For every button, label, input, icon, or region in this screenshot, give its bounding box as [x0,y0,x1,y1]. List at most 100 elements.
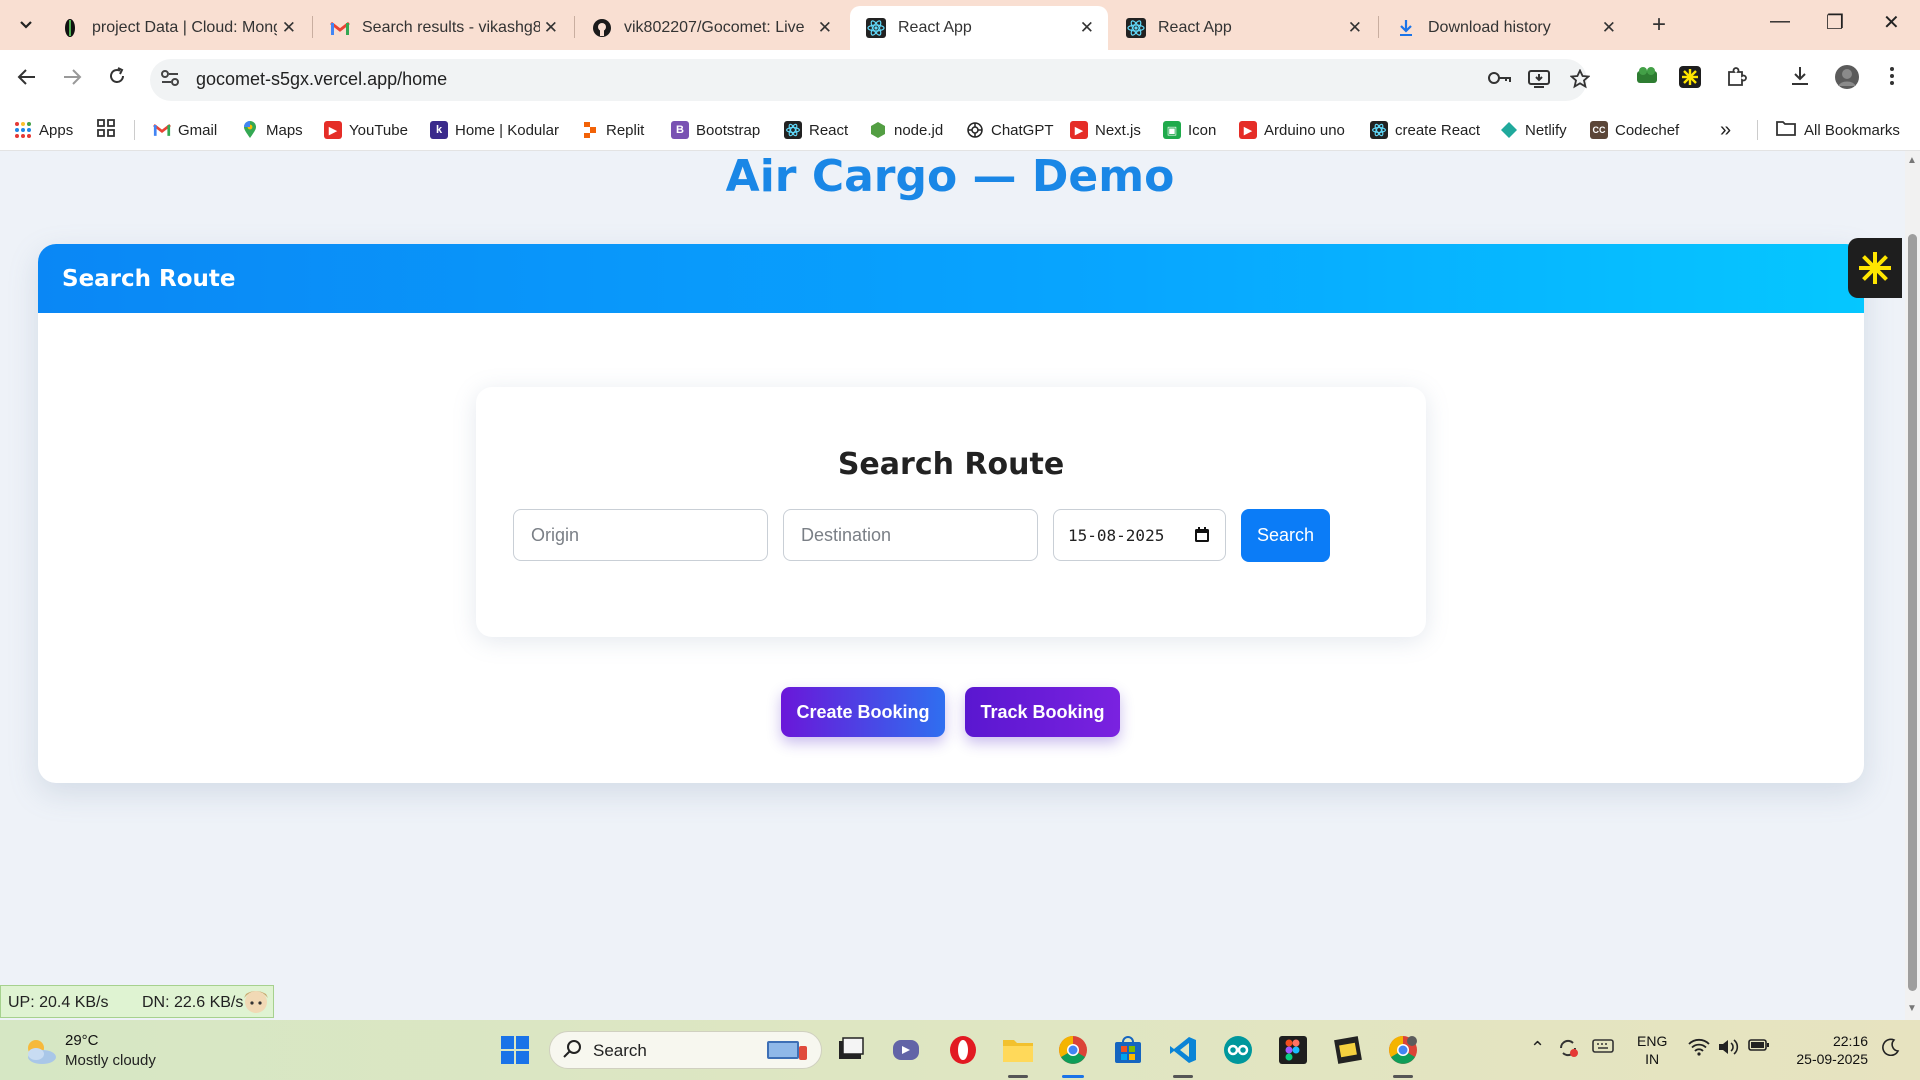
bookmark-create-react[interactable]: create React [1370,118,1480,142]
install-app-icon[interactable] [1528,69,1550,95]
floating-extension-button[interactable] [1848,238,1902,298]
notifications-moon-icon[interactable] [1882,1038,1900,1061]
tab-title: project Data | Cloud: Mong [92,19,277,36]
bookmark-icon-site[interactable]: ▣ Icon [1163,118,1216,142]
youtube-icon: ▶ [1070,121,1088,139]
weather-cloudy-icon[interactable] [22,1036,58,1066]
card-header-title: Search Route [62,266,236,292]
bookmark-label: node.jd [894,121,944,139]
bookmark-nextjs[interactable]: ▶ Next.js [1070,118,1141,142]
tab-search-dropdown[interactable] [13,12,39,38]
sync-icon[interactable] [1557,1038,1579,1063]
scroll-up-arrow-icon[interactable]: ▲ [1907,155,1917,166]
taskbar-chrome[interactable] [1056,1033,1090,1067]
close-icon[interactable]: ✕ [1080,18,1094,38]
tab-github[interactable]: vik802207/Gocomet: Live F ✕ [576,6,846,50]
system-clock[interactable]: 22:16 25-09-2025 [1788,1032,1868,1068]
taskbar-sublime[interactable] [1331,1033,1365,1067]
extension-green-icon[interactable] [1636,66,1658,90]
weather-temperature[interactable]: 29°C [65,1032,99,1049]
close-icon[interactable]: ✕ [544,18,558,38]
windows-logo-icon [501,1036,529,1064]
volume-icon[interactable] [1717,1038,1739,1061]
tab-gmail[interactable]: Search results - vikashg802 ✕ [314,6,572,50]
downloads-icon[interactable] [1790,66,1810,92]
tab-download-history[interactable]: Download history ✕ [1380,6,1630,50]
bookmark-youtube[interactable]: ▶ YouTube [324,118,408,142]
extension-yellow-icon[interactable] [1679,66,1701,94]
bookmark-grid-shortcut[interactable] [96,118,116,142]
all-bookmarks[interactable]: All Bookmarks [1776,118,1900,142]
start-button[interactable] [498,1033,532,1067]
bookmark-chatgpt[interactable]: ChatGPT [966,118,1054,142]
taskbar-teams[interactable] [889,1033,923,1067]
tab-react-app[interactable]: React App ✕ [1110,6,1376,50]
taskbar-search[interactable]: Search [549,1031,822,1069]
close-icon[interactable]: ✕ [1602,18,1616,38]
close-icon[interactable]: ✕ [818,18,832,38]
taskbar-figma[interactable] [1276,1033,1310,1067]
bookmark-apps[interactable]: Apps [14,118,73,142]
weather-description[interactable]: Mostly cloudy [65,1052,156,1069]
new-tab-button[interactable]: + [1652,11,1666,39]
bookmark-gmail[interactable]: Gmail [153,118,217,142]
bookmarks-overflow-icon[interactable]: » [1720,118,1731,142]
bookmark-codechef[interactable]: CC Codechef [1590,118,1679,142]
profile-avatar[interactable] [1834,64,1860,96]
gmail-icon [330,18,350,38]
extensions-puzzle-icon[interactable] [1725,66,1747,94]
taskbar-chrome-profile[interactable] [1386,1033,1420,1067]
bookmark-divider [134,120,135,140]
site-settings-icon[interactable] [160,69,180,92]
bookmark-react[interactable]: React [784,118,848,142]
minimize-button[interactable]: — [1770,10,1790,33]
destination-input[interactable] [783,509,1038,561]
address-bar[interactable]: gocomet-s5gx.vercel.app/home [150,59,1591,101]
close-window-button[interactable]: ✕ [1883,10,1900,35]
bookmark-star-icon[interactable] [1569,68,1591,95]
calendar-icon[interactable] [1194,526,1210,543]
reload-button[interactable] [107,66,127,92]
scrollbar-thumb[interactable] [1908,234,1917,991]
tab-strip: project Data | Cloud: Mong ✕ Search resu… [0,0,1920,50]
tab-mongodb[interactable]: project Data | Cloud: Mong ✕ [44,6,310,50]
password-key-icon[interactable] [1488,69,1512,92]
origin-input[interactable] [513,509,768,561]
create-booking-button[interactable]: Create Booking [781,687,945,737]
back-button[interactable] [17,66,37,92]
bookmark-arduino[interactable]: ▶ Arduino uno [1239,118,1345,142]
taskbar-store[interactable] [1111,1033,1145,1067]
language-indicator[interactable]: ENG IN [1637,1032,1667,1068]
taskbar-task-view[interactable] [834,1033,868,1067]
keyboard-icon[interactable] [1592,1038,1614,1059]
running-indicator [1393,1075,1413,1078]
close-icon[interactable]: ✕ [1348,18,1362,38]
bookmark-netlify[interactable]: Netlify [1500,118,1567,142]
tab-react-app-active[interactable]: React App ✕ [850,6,1108,50]
github-icon [592,18,612,38]
taskbar-file-explorer[interactable] [1001,1033,1035,1067]
page-scrollbar[interactable]: ▲ ▼ [1905,151,1920,1020]
restore-button[interactable]: ❐ [1826,10,1844,35]
date-input[interactable]: 15-08-2025 [1053,509,1226,561]
show-hidden-icons-chevron-icon[interactable]: ⌃ [1530,1038,1545,1059]
bookmark-bootstrap[interactable]: B Bootstrap [671,118,760,142]
wifi-icon[interactable] [1688,1038,1710,1061]
folder-icon [1003,1040,1033,1062]
scroll-down-arrow-icon[interactable]: ▼ [1907,1003,1917,1014]
close-icon[interactable]: ✕ [282,18,296,38]
bookmark-label: Arduino uno [1264,121,1345,139]
track-booking-button[interactable]: Track Booking [965,687,1120,737]
menu-kebab-icon[interactable] [1889,66,1895,92]
bookmark-replit[interactable]: Replit [581,118,644,142]
search-button[interactable]: Search [1241,509,1330,562]
bookmark-nodejs[interactable]: node.jd [869,118,943,142]
taskbar-opera[interactable] [946,1033,980,1067]
taskbar-arduino[interactable] [1221,1033,1255,1067]
forward-button[interactable] [62,66,82,92]
taskbar-vscode[interactable] [1166,1033,1200,1067]
battery-icon[interactable] [1748,1038,1770,1057]
bookmark-kodular[interactable]: k Home | Kodular [430,118,559,142]
bookmark-maps[interactable]: Maps [241,118,303,142]
arrow-right-icon [64,69,82,85]
